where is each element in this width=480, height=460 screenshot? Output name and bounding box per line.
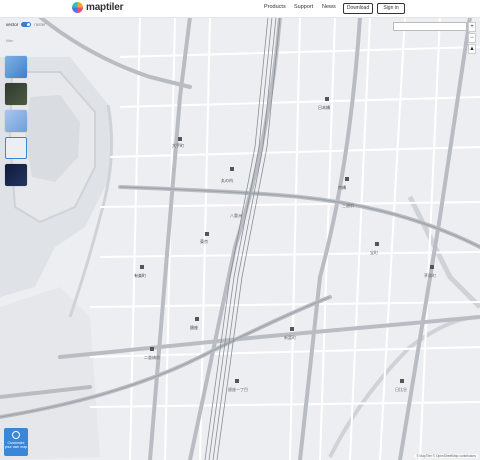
- map-label: 宝町: [370, 249, 378, 255]
- map-label: 京橋: [338, 184, 346, 190]
- station-icon: [325, 97, 329, 101]
- style-thumb-satellite[interactable]: [5, 83, 27, 105]
- map-attribution: © MapTiler © OpenStreetMap contributors: [414, 454, 478, 458]
- nav-products[interactable]: Products: [264, 4, 286, 10]
- map-label: 大手町: [172, 142, 184, 148]
- map-label: 銀座一丁目: [228, 386, 248, 392]
- toggle-label-vector: vector: [6, 22, 19, 27]
- station-markers: [140, 97, 434, 383]
- map-label: 東京: [200, 238, 208, 244]
- map-label: 新富町: [284, 334, 296, 340]
- map-search-input[interactable]: [393, 22, 467, 31]
- filter-hint: filter: [6, 38, 14, 43]
- station-icon: [400, 379, 404, 383]
- station-icon: [195, 317, 199, 321]
- station-icon: [430, 265, 434, 269]
- logo-text: maptiler: [86, 2, 124, 13]
- signin-button[interactable]: Sign in: [377, 3, 405, 14]
- zoom-out-button[interactable]: −: [468, 33, 476, 43]
- station-icon: [375, 242, 379, 246]
- top-navbar: maptiler Products Support News Download …: [0, 0, 480, 18]
- nav-support[interactable]: Support: [294, 4, 313, 10]
- map-label: 日本橋: [318, 104, 330, 110]
- style-thumb-basic[interactable]: [5, 110, 27, 132]
- station-icon: [178, 137, 182, 141]
- zoom-control: + − ▲: [468, 22, 476, 54]
- station-icon: [140, 265, 144, 269]
- style-thumb-streets[interactable]: [5, 56, 27, 78]
- map-svg[interactable]: 大手町 丸の内 東京 日本橋 京橋 八重洲 有楽町 銀座 銀座一丁目 新富町 茅…: [0, 17, 480, 460]
- map-canvas[interactable]: 大手町 丸の内 東京 日本橋 京橋 八重洲 有楽町 銀座 銀座一丁目 新富町 茅…: [0, 17, 480, 460]
- station-icon: [290, 327, 294, 331]
- map-label: 有楽町: [134, 272, 146, 278]
- download-button[interactable]: Download: [343, 3, 373, 14]
- station-icon: [205, 232, 209, 236]
- station-icon: [150, 347, 154, 351]
- toggle-label-raster: raster: [34, 22, 46, 27]
- style-thumb-light-selected[interactable]: [5, 137, 27, 159]
- map-label: 銀座: [190, 324, 198, 330]
- zoom-in-button[interactable]: +: [468, 22, 476, 32]
- vector-raster-toggle-row: vector raster: [6, 22, 46, 27]
- station-icon: [230, 167, 234, 171]
- rail-lines: [204, 17, 281, 460]
- map-label: 二重橋前: [144, 354, 160, 360]
- customize-map-button[interactable]: Customize your own map: [4, 428, 28, 456]
- station-icon: [235, 379, 239, 383]
- nav-news[interactable]: News: [322, 4, 336, 10]
- compass-button[interactable]: ▲: [468, 44, 476, 54]
- minor-streets: [89, 17, 480, 460]
- style-thumb-dark[interactable]: [5, 164, 27, 186]
- map-label: 八重洲: [230, 212, 242, 218]
- map-label: 丸の内: [221, 177, 233, 183]
- map-label: 茅場町: [424, 272, 436, 278]
- station-icon: [345, 177, 349, 181]
- vector-raster-toggle[interactable]: [21, 22, 32, 27]
- map-label: 日比谷: [395, 386, 407, 392]
- maptiler-logo[interactable]: maptiler: [72, 2, 124, 13]
- map-label: 三越前: [342, 202, 354, 208]
- maptiler-logo-icon: [72, 2, 83, 13]
